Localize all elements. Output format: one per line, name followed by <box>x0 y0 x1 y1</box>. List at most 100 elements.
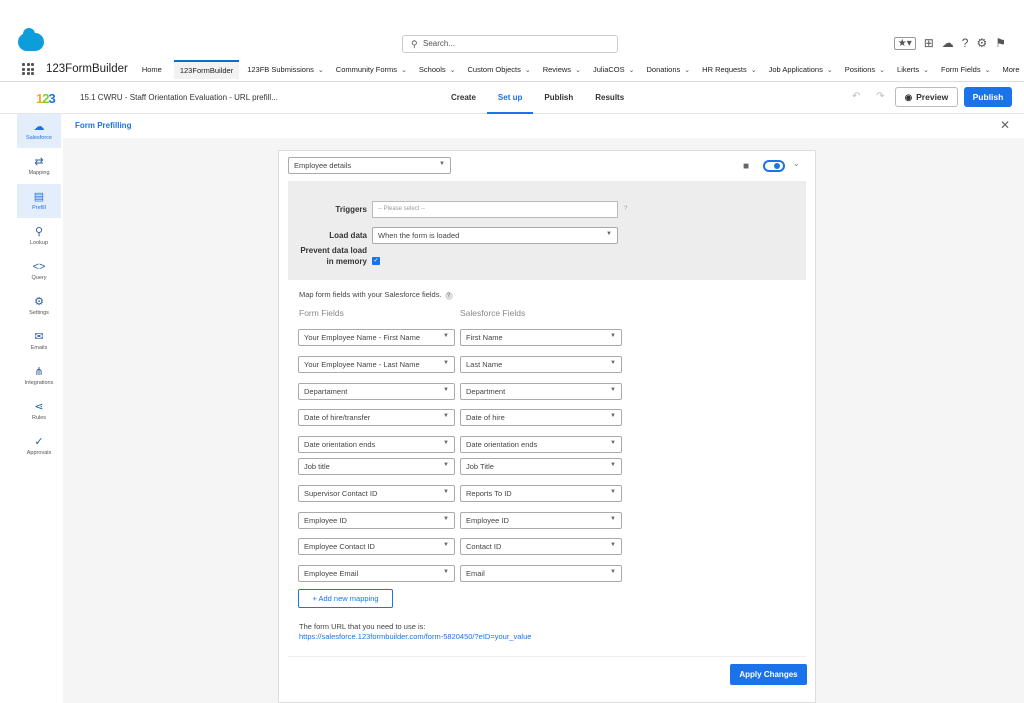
bell-icon[interactable]: ⚑ <box>995 36 1006 50</box>
nav-item-likerts[interactable]: Likerts ⌄ <box>897 65 929 74</box>
salesforce-field-select[interactable]: Last Name ▼ <box>460 356 622 373</box>
nav-item-custom-objects[interactable]: Custom Objects ⌄ <box>467 65 530 74</box>
sidebar-item-salesforce[interactable]: ☁ Salesforce <box>17 114 61 148</box>
sidebar-item-prefill[interactable]: ▤ Prefill <box>17 184 61 218</box>
salesforce-field-select[interactable]: Contact ID ▼ <box>460 538 622 555</box>
redo-icon[interactable]: ↷ <box>876 91 884 102</box>
help-icon[interactable]: ? <box>444 292 453 300</box>
load-data-select[interactable]: When the form is loaded ▼ <box>372 227 618 244</box>
nav-item-hr-requests[interactable]: HR Requests ⌄ <box>702 65 756 74</box>
salesforce-field-select[interactable]: Reports To ID ▼ <box>460 485 622 502</box>
dropdown-arrow-icon: ▼ <box>443 387 449 393</box>
app-launcher-icon[interactable] <box>22 63 34 75</box>
sidebar-item-lookup[interactable]: ⚲ Lookup <box>17 219 61 253</box>
sidebar-item-rules[interactable]: ⋖ Rules <box>17 394 61 428</box>
eye-icon: ◉ <box>904 91 913 102</box>
salesforce-field-select[interactable]: Employee ID ▼ <box>460 512 622 529</box>
sidebar-item-integrations[interactable]: ⋔ Integrations <box>17 359 61 393</box>
tab-set-up[interactable]: Set up <box>486 82 534 114</box>
tab-create[interactable]: Create <box>440 82 487 114</box>
form-field-select[interactable]: Job title ▼ <box>298 458 455 475</box>
salesforce-field-select[interactable]: Date orientation ends ▼ <box>460 436 622 453</box>
dropdown-arrow-icon: ▼ <box>610 516 616 522</box>
nav-item-positions[interactable]: Positions ⌄ <box>845 65 885 74</box>
123formbuilder-logo[interactable]: 123 <box>36 91 56 106</box>
sidebar-item-emails[interactable]: ✉ Emails <box>17 324 61 358</box>
nav-item-123formbuilder[interactable]: 123FormBuilder <box>173 59 240 79</box>
salesforce-field-select[interactable]: Email ▼ <box>460 565 622 582</box>
sidebar-item-query[interactable]: <> Query <box>17 254 61 288</box>
nav-item-123fb-submissions[interactable]: 123FB Submissions ⌄ <box>247 65 324 74</box>
form-field-select[interactable]: Employee ID ▼ <box>298 512 455 529</box>
add-icon[interactable]: ⊞ <box>924 36 934 50</box>
dropdown-arrow-icon: ▼ <box>443 440 449 446</box>
rules-icon: ⋖ <box>34 400 44 413</box>
nav-item-home[interactable]: Home <box>142 65 162 74</box>
salesforce-field-select[interactable]: Job Title ▼ <box>460 458 622 475</box>
trash-icon[interactable]: ■ <box>743 161 749 172</box>
form-url-link[interactable]: https://salesforce.123formbuilder.com/fo… <box>299 632 531 641</box>
nav-item-reviews[interactable]: Reviews ⌄ <box>543 65 581 74</box>
chevron-down-icon: ⌄ <box>449 66 456 74</box>
chevron-down-icon: ⌄ <box>750 66 757 74</box>
publish-button[interactable]: Publish <box>964 87 1012 107</box>
sidebar-item-approvals[interactable]: ✓ Approvals <box>17 429 61 463</box>
form-field-select[interactable]: Your Employee Name - First Name ▼ <box>298 329 455 346</box>
object-select[interactable]: Employee details ▼ <box>288 157 451 174</box>
salesforce-logo[interactable] <box>18 28 44 51</box>
chevron-down-icon[interactable]: ⌄ <box>793 159 800 168</box>
cloud-icon: ☁ <box>33 120 45 133</box>
form-field-select[interactable]: Supervisor Contact ID ▼ <box>298 485 455 502</box>
enable-toggle[interactable] <box>763 160 785 172</box>
nav-item-job-applications[interactable]: Job Applications ⌄ <box>769 65 833 74</box>
panel-header: Form Prefilling ✕ <box>63 114 1024 138</box>
chevron-down-icon: ⌄ <box>879 66 886 74</box>
nav-item-juliacos[interactable]: JuliaCOS ⌄ <box>593 65 635 74</box>
close-icon[interactable]: ✕ <box>1000 118 1010 132</box>
salesforce-header: ⚲ Search... ★▾ ⊞ ☁ ? ⚙ ⚑ 123FormBuilder … <box>0 0 1024 82</box>
triggers-help-icon[interactable]: ? <box>624 206 627 212</box>
dropdown-arrow-icon: ▼ <box>610 413 616 419</box>
help-icon[interactable]: ? <box>962 36 969 50</box>
panel-title: Form Prefilling <box>75 121 132 130</box>
undo-icon[interactable]: ↶ <box>852 91 860 102</box>
dropdown-arrow-icon: ▼ <box>439 161 445 167</box>
dropdown-arrow-icon: ▼ <box>610 440 616 446</box>
form-title: 15.1 CWRU - Staff Orientation Evaluation… <box>80 93 278 102</box>
salesforce-field-select[interactable]: Date of hire ▼ <box>460 409 622 426</box>
nav-item-form-fields[interactable]: Form Fields ⌄ <box>941 65 990 74</box>
apply-changes-button[interactable]: Apply Changes <box>730 664 807 685</box>
form-field-select[interactable]: Date of hire/transfer ▼ <box>298 409 455 426</box>
form-field-select[interactable]: Employee Contact ID ▼ <box>298 538 455 555</box>
favorites-icon[interactable]: ★▾ <box>893 36 916 50</box>
dropdown-arrow-icon: ▼ <box>443 462 449 468</box>
form-field-select[interactable]: Date orientation ends ▼ <box>298 436 455 453</box>
salesforce-field-select[interactable]: Department ▼ <box>460 383 622 400</box>
form-builder-toolbar: 123 15.1 CWRU - Staff Orientation Evalua… <box>0 82 1024 114</box>
gear-icon[interactable]: ⚙ <box>976 36 987 50</box>
salesforce-field-select[interactable]: First Name ▼ <box>460 329 622 346</box>
global-search-input[interactable]: ⚲ Search... <box>402 35 618 53</box>
nav-item-donations[interactable]: Donations ⌄ <box>647 65 691 74</box>
form-field-select[interactable]: Departament ▼ <box>298 383 455 400</box>
nav-item-more[interactable]: More <box>1002 65 1019 74</box>
header-utility-icons: ★▾ ⊞ ☁ ? ⚙ ⚑ <box>893 36 1006 50</box>
form-field-select[interactable]: Your Employee Name - Last Name ▼ <box>298 356 455 373</box>
sidebar-item-settings[interactable]: ⚙ Settings <box>17 289 61 323</box>
triggers-select[interactable]: -- Please select -- <box>372 201 618 218</box>
search-icon: ⚲ <box>411 39 418 49</box>
prevent-load-checkbox[interactable]: ✓ <box>372 257 380 265</box>
form-field-select[interactable]: Employee Email ▼ <box>298 565 455 582</box>
salesforce-fields-header: Salesforce Fields <box>460 308 526 318</box>
nav-item-community-forms[interactable]: Community Forms ⌄ <box>336 65 407 74</box>
nav-item-schools[interactable]: Schools ⌄ <box>419 65 456 74</box>
add-mapping-button[interactable]: + Add new mapping <box>298 589 393 608</box>
approvals-icon: ✓ <box>34 435 44 448</box>
dropdown-arrow-icon: ▼ <box>606 231 612 237</box>
setup-assistant-icon[interactable]: ☁ <box>942 36 954 50</box>
preview-button[interactable]: ◉ Preview <box>895 87 958 107</box>
tab-publish[interactable]: Publish <box>533 82 584 114</box>
tab-results[interactable]: Results <box>584 82 635 114</box>
integrations-icon: ⋔ <box>34 365 44 378</box>
sidebar-item-mapping[interactable]: ⇄ Mapping <box>17 149 61 183</box>
